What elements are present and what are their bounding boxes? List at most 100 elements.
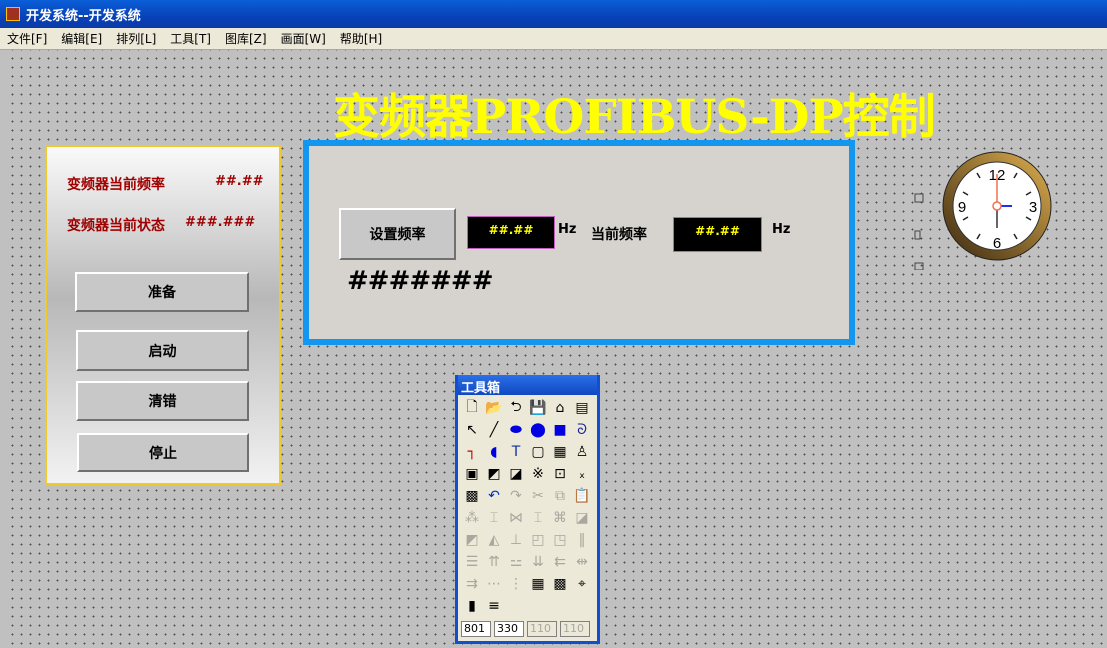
frequency-panel[interactable]: 设置频率 ##.## Hz 当前频率 ##.## Hz ####### [303,140,855,345]
clock-center [992,201,1002,211]
vspace-icon: ⋮ [509,576,523,592]
resize-handle[interactable] [914,262,924,270]
arc-icon[interactable]: ◖ [483,441,505,463]
align-icon: ⊥ [509,532,523,548]
current-frequency-label: 当前频率 [591,227,647,243]
app-icon [6,7,20,21]
center-icon: ‖ [578,532,586,548]
menu-screen[interactable]: 画面[W] [274,30,333,47]
resize-handle[interactable] [914,230,921,240]
x-field[interactable]: 801 [461,621,491,637]
pipe-icon[interactable]: ┐ [461,441,483,463]
text-icon[interactable]: T [505,441,527,463]
unit-label: Hz [772,222,791,237]
clock-number: 6 [993,235,1001,252]
select-icon[interactable]: ⌖ [571,573,593,595]
save-icon: 💾 [529,400,547,416]
pointer-icon[interactable]: ↖ [461,419,483,441]
resize-handle[interactable] [914,193,924,203]
menu-tools[interactable]: 工具[T] [163,30,218,47]
new-icon[interactable]: 🗋 [461,397,483,419]
rotate-icon: ◭ [488,532,500,548]
title-bar: 开发系统--开发系统 [0,0,1107,28]
menu-help[interactable]: 帮助[H] [333,30,389,47]
stop-button[interactable]: 停止 [77,433,249,472]
coordinate-fields: 801 330 110 110 [461,621,590,637]
align-up-icon: ⇈ [488,554,500,570]
clock-number: 3 [1029,199,1037,216]
message-display: ####### [347,266,493,296]
menu-bar: 文件[F] 编辑[E] 排列[L] 工具[T] 图库[Z] 画面[W] 帮助[H… [0,28,1107,50]
menu-library[interactable]: 图库[Z] [218,30,274,47]
current-frequency-display: ##.## [673,217,762,252]
break-icon: ⌘ [553,510,567,526]
line-width-icon[interactable]: ≡ [483,595,505,617]
trend-icon[interactable]: ◩ [483,463,505,485]
toolbox-grid: 🗋 📂 ⮌ 💾 ⌂ ▤ ↖ ╱ ⬬ ⬤ ■ ᘐ ┐ ◖ T ▢ ▦ ♙ ▣ ◩ ◪ ※ ⊡ ₓ ▩ ↶ ↷ ✂ ⧉ 📋 ⁂ ⌶ ⋈ ⌶ ⌘ ◪ ◩ ◭ ⊥ ◰… [458,395,597,617]
alarm-icon[interactable]: ※ [527,463,549,485]
toolbox-title[interactable]: 工具箱 [458,375,597,396]
fill-icon[interactable]: ▮ [461,595,483,617]
freq-label: 变频器当前频率 [67,177,165,193]
status-value: ###.### [185,215,256,230]
redo-icon: ↷ [510,488,522,504]
screen-title[interactable]: 变频器PROFIBUS-DP控制 [333,78,936,147]
combine-icon: ⋈ [509,510,523,526]
cut-icon: ✂ [532,488,544,504]
clock[interactable]: 12 3 6 9 [910,150,1060,270]
clock-number: 9 [958,199,966,216]
open-icon: 📂 [485,400,503,416]
ready-button[interactable]: 准备 [75,272,249,312]
copy-icon: ⧉ [555,488,565,504]
unit-label: Hz [558,222,577,237]
group-icon: ⁂ [465,510,479,526]
ungroup-icon: ⌶ [489,510,499,526]
window-title: 开发系统--开发系统 [26,8,141,24]
import-icon[interactable]: ⮌ [505,397,527,419]
align-right-icon: ⇉ [466,576,478,592]
library-icon[interactable]: ▣ [461,463,483,485]
back-icon: ◩ [465,532,479,548]
paste-icon[interactable]: 📋 [571,485,593,507]
align-top-icon: ☰ [465,554,479,570]
rounded-rect-icon[interactable]: ▢ [527,441,549,463]
y-field[interactable]: 330 [494,621,524,637]
status-label: 变频器当前状态 [67,218,165,234]
menu-edit[interactable]: 编辑[E] [54,30,109,47]
align-left-icon: ⇇ [554,554,566,570]
align-down-icon: ⇊ [532,554,544,570]
front-icon: ◪ [575,510,589,526]
undo-icon[interactable]: ↶ [483,485,505,507]
split-icon: ⌶ [533,510,543,526]
ellipse-fill-icon[interactable]: ⬬ [505,419,527,441]
menu-arrange[interactable]: 排列[L] [109,30,163,47]
line-icon[interactable]: ╱ [483,419,505,441]
toolbox-window[interactable]: 工具箱 🗋 📂 ⮌ 💾 ⌂ ▤ ↖ ╱ ⬬ ⬤ ■ ᘐ ┐ ◖ T ▢ ▦ ♙ ▣ ◩ ◪ ※ ⊡ ₓ ▩ ↶ ↷ ✂ ⧉ 📋 ⁂ ⌶ ⋈ ⌶ ⌘ ◪… [455,375,600,644]
control-icon[interactable]: ₓ [571,463,593,485]
symbol-icon[interactable]: ♙ [571,441,593,463]
window-icon[interactable]: ▤ [571,397,593,419]
clear-error-button[interactable]: 清错 [76,381,249,421]
set-frequency-input[interactable]: ##.## [467,216,555,249]
ocx-icon[interactable]: ⊡ [549,463,571,485]
width-field: 110 [527,621,557,637]
grid-icon[interactable]: ▦ [527,573,549,595]
polyline-icon[interactable]: ᘐ [571,419,593,441]
height-field: 110 [560,621,590,637]
circle-icon[interactable]: ⬤ [527,419,549,441]
hcenter-icon: ⇹ [576,554,588,570]
screen-icon[interactable]: ⌂ [549,397,571,419]
vcenter-icon: ⚍ [509,554,523,570]
status-panel[interactable]: 变频器当前频率 ##.## 变频器当前状态 ###.### 准备 启动 清错 停… [45,145,281,485]
hspace-icon: ⋯ [487,576,501,592]
start-button[interactable]: 启动 [76,330,249,371]
report-icon[interactable]: ▦ [549,441,571,463]
color-icon[interactable]: ▩ [549,573,571,595]
palette-icon[interactable]: ▩ [461,485,483,507]
menu-file[interactable]: 文件[F] [0,30,54,47]
set-frequency-button[interactable]: 设置频率 [339,208,456,260]
rectangle-icon[interactable]: ■ [549,419,571,441]
xy-curve-icon[interactable]: ◪ [505,463,527,485]
overlay-icon: ◰ [531,532,545,548]
freq-value: ##.## [215,174,264,189]
